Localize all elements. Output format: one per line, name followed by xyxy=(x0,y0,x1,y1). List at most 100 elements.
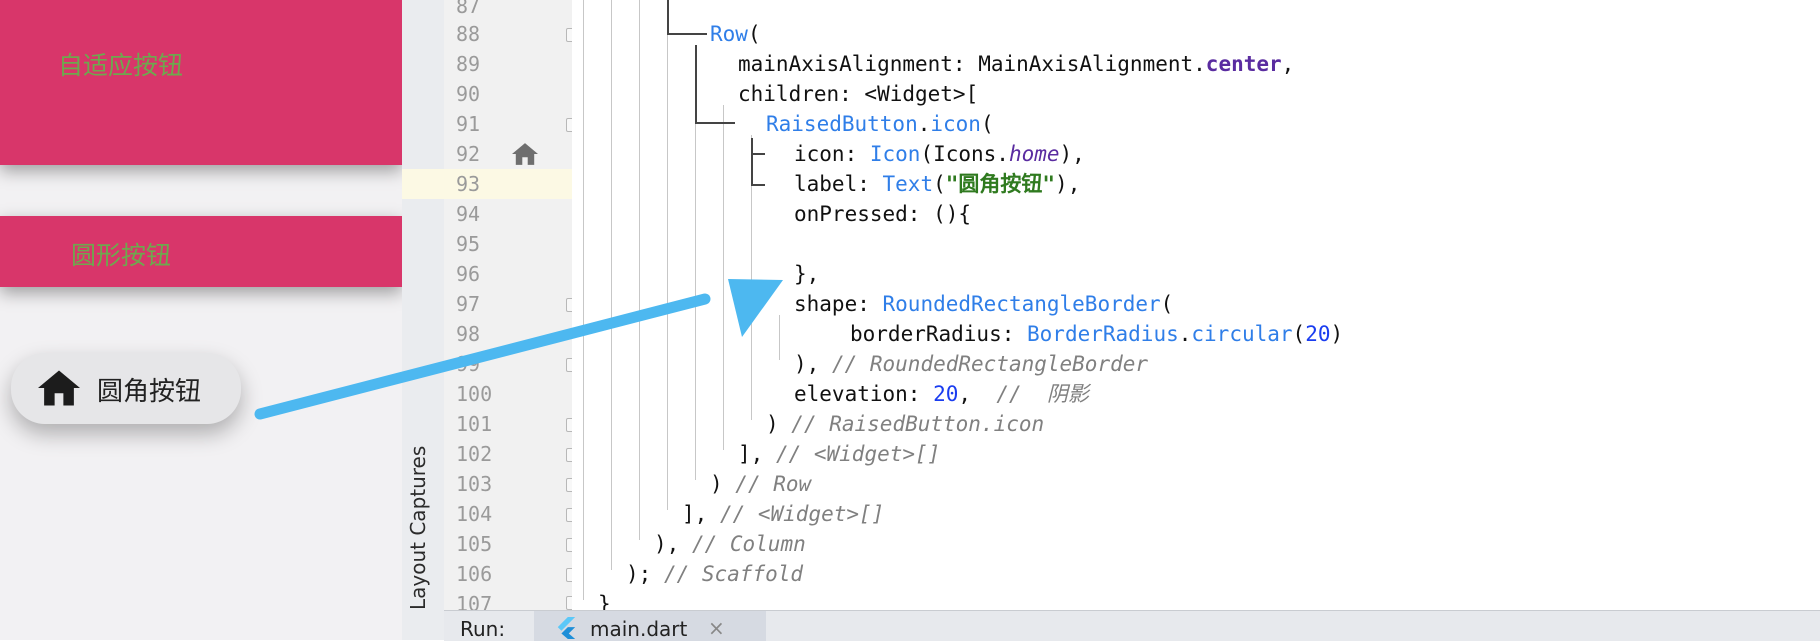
close-icon[interactable]: × xyxy=(708,616,725,640)
tree-connector xyxy=(751,184,765,186)
code-token: (Icons. xyxy=(920,142,1009,166)
code-line-97: shape: RoundedRectangleBorder( xyxy=(794,289,1173,319)
code-line-102: ], // <Widget>[] xyxy=(738,439,940,469)
code-token: RoundedRectangleBorder xyxy=(882,292,1161,316)
code-token: } xyxy=(598,592,611,610)
line-number: 106 xyxy=(456,562,493,586)
adaptive-button[interactable]: 自适应按钮 xyxy=(0,0,402,165)
tab-label: main.dart xyxy=(590,617,688,641)
code-token: // <Widget>[] xyxy=(719,502,885,526)
indent-guide xyxy=(583,0,584,600)
gutter-home-icon xyxy=(512,143,538,165)
code-token: ( xyxy=(1160,292,1174,316)
line-number: 102 xyxy=(456,442,493,466)
code-token: onPressed: (){ xyxy=(794,202,972,226)
tree-connector xyxy=(695,122,735,124)
rounded-button-label: 圆角按钮 xyxy=(97,377,202,407)
code-editor-window: Layout Captures 87 88 89 90 91 92 93 94 … xyxy=(402,0,1820,641)
line-number: 92 xyxy=(456,142,481,166)
code-token: 20 xyxy=(933,382,959,406)
code-line-104: ], // <Widget>[] xyxy=(682,499,884,529)
side-tool-strip: Layout Captures xyxy=(402,0,445,640)
code-token: // <Widget>[] xyxy=(775,442,941,466)
line-number: 94 xyxy=(456,202,481,226)
code-token: Text xyxy=(882,172,934,196)
indent-guide xyxy=(639,0,640,540)
code-token: // Scaffold xyxy=(663,562,804,586)
code-token: . xyxy=(917,112,931,136)
code-token: ( xyxy=(980,112,994,136)
code-line-106: ); // Scaffold xyxy=(626,559,803,589)
code-token: , xyxy=(1281,52,1295,76)
code-token: ), xyxy=(654,532,692,556)
line-number: 96 xyxy=(456,262,481,286)
code-token: ) xyxy=(710,472,736,496)
run-tool-window-bar: Run: main.dart × xyxy=(444,610,1820,641)
line-number: 104 xyxy=(456,502,493,526)
line-number: 91 xyxy=(456,112,481,136)
line-number: 87 xyxy=(456,0,481,18)
code-line-90: children: <Widget>[ xyxy=(738,79,978,109)
layout-captures-label: Layout Captures xyxy=(406,445,430,610)
tree-connector xyxy=(751,138,753,186)
indent-guide xyxy=(779,315,780,360)
code-token: BorderRadius xyxy=(1027,322,1179,346)
line-number: 103 xyxy=(456,472,493,496)
indent-guide xyxy=(667,0,668,510)
code-area[interactable]: Row( mainAxisAlignment: MainAxisAlignmen… xyxy=(572,0,1820,610)
code-token: , xyxy=(958,382,997,406)
code-token: // Column xyxy=(691,532,806,556)
code-token: borderRadius: xyxy=(850,322,1028,346)
line-number: 90 xyxy=(456,82,481,106)
code-line-105: ), // Column xyxy=(654,529,806,559)
code-line-89: mainAxisAlignment: MainAxisAlignment.cen… xyxy=(738,49,1294,79)
line-number: 105 xyxy=(456,532,493,556)
indent-guide xyxy=(723,105,724,450)
code-token: label: xyxy=(794,172,883,196)
code-token: ), xyxy=(1059,142,1085,166)
rounded-button[interactable]: 圆角按钮 xyxy=(11,353,241,424)
code-token: shape: xyxy=(794,292,883,316)
code-token: ( xyxy=(747,22,761,46)
code-token: mainAxisAlignment: MainAxisAlignment. xyxy=(738,52,1206,76)
code-line-88: Row( xyxy=(710,19,761,49)
code-token: ), xyxy=(1055,172,1081,196)
line-number: 93 xyxy=(456,172,481,196)
line-number: 98 xyxy=(456,322,481,346)
flutter-app-preview: 自适应按钮 圆形按钮 圆角按钮 xyxy=(0,0,402,640)
code-token: }, xyxy=(794,262,820,286)
line-number: 101 xyxy=(456,412,493,436)
code-line-94: onPressed: (){ xyxy=(794,199,971,229)
code-line-100: elevation: 20, // 阴影 xyxy=(794,379,1089,409)
line-number: 89 xyxy=(456,52,481,76)
line-number: 88 xyxy=(456,22,481,46)
code-token: // 阴影 xyxy=(996,382,1089,406)
code-token: elevation: xyxy=(794,382,934,406)
code-token: circular xyxy=(1191,322,1293,346)
code-token: home xyxy=(1008,142,1060,166)
circle-button-label: 圆形按钮 xyxy=(71,241,172,270)
code-token: ( xyxy=(1292,322,1306,346)
code-token: ( xyxy=(933,172,946,196)
code-token: RaisedButton xyxy=(766,112,918,136)
line-number: 100 xyxy=(456,382,493,406)
code-token: Icon xyxy=(869,142,921,166)
indent-guide xyxy=(611,0,612,570)
code-token: ], xyxy=(738,442,776,466)
code-token: center xyxy=(1205,52,1282,76)
code-line-107: } xyxy=(598,589,611,610)
line-number: 97 xyxy=(456,292,481,316)
code-token: // Row xyxy=(735,472,812,496)
code-token: // RaisedButton.icon xyxy=(791,412,1045,436)
circle-button[interactable]: 圆形按钮 xyxy=(0,216,402,287)
adaptive-button-label: 自适应按钮 xyxy=(58,51,184,80)
code-token: ), xyxy=(794,352,832,376)
home-icon xyxy=(38,370,80,406)
code-line-92: icon: Icon(Icons.home), xyxy=(794,139,1085,169)
code-token: children: <Widget>[ xyxy=(738,82,979,106)
tab-main-dart[interactable]: main.dart × xyxy=(534,611,766,641)
code-token: ) xyxy=(766,412,792,436)
tree-connector xyxy=(667,0,669,34)
layout-captures-tab[interactable]: Layout Captures xyxy=(406,446,440,640)
flutter-icon xyxy=(557,617,576,639)
